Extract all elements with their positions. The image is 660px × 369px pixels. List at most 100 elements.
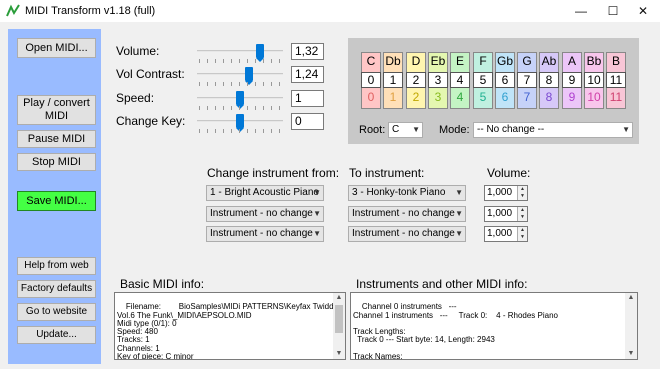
slider-label: Volume: [116, 44, 160, 58]
key-note-label: B [611, 54, 620, 68]
key-index-label: 8 [545, 90, 553, 104]
chevron-down-icon: ▼ [455, 229, 463, 238]
slider-tick [263, 59, 264, 63]
chevron-down-icon: ▼ [455, 209, 463, 218]
basic-info-textbox[interactable]: Filename: BioSamples\MIDi PATTERNS\Keyfa… [114, 292, 346, 360]
slider-tick [239, 82, 240, 86]
volume-value: 1,000 [487, 208, 513, 219]
key-map-input[interactable]: 10 [584, 72, 604, 88]
website-button[interactable]: Go to website [17, 303, 96, 321]
scroll-up-icon[interactable]: ▲ [333, 293, 345, 303]
slider-tick [215, 129, 216, 133]
spinner-arrows-icon[interactable]: ▲ ▼ [517, 227, 527, 241]
key-map-input[interactable]: 4 [450, 72, 470, 88]
to-instrument-select[interactable]: Instrument - no change ▼ [348, 206, 466, 222]
slider-tick [199, 129, 200, 133]
key-column: D 2 2 [406, 52, 426, 109]
slider-value-input[interactable]: 1 [291, 90, 324, 107]
help-button[interactable]: Help from web [17, 257, 96, 275]
title-bar: MIDI Transform v1.18 (full) — ☐ ✕ [0, 0, 660, 22]
open-midi-button[interactable]: Open MIDI... [17, 38, 96, 58]
scroll-down-icon[interactable]: ▼ [625, 349, 637, 359]
key-map-input[interactable]: 8 [539, 72, 559, 88]
slider-thumb[interactable] [255, 44, 264, 62]
slider-tick [255, 59, 256, 63]
key-index-label: 3 [434, 90, 442, 104]
slider-tick [279, 82, 280, 86]
key-map-input[interactable]: 0 [361, 72, 381, 88]
key-map-input[interactable]: 1 [383, 72, 403, 88]
play-convert-button[interactable]: Play / convert MIDI [17, 95, 96, 125]
to-instrument-select[interactable]: Instrument - no change ▼ [348, 226, 466, 242]
to-instrument-select[interactable]: 3 - Honky-tonk Piano ▼ [348, 185, 466, 201]
slider-value-input[interactable]: 0 [291, 113, 324, 130]
key-map-input[interactable]: 6 [495, 72, 515, 88]
key-note-label: F [479, 54, 487, 68]
instrument-info-scrollbar[interactable]: ▲ ▼ [625, 293, 637, 359]
slider-value-input[interactable]: 1,24 [291, 66, 324, 83]
scroll-up-icon[interactable]: ▲ [625, 293, 637, 303]
slider-tick [223, 82, 224, 86]
slider-tick [215, 59, 216, 63]
save-midi-button[interactable]: Save MIDI... [17, 191, 96, 211]
slider-tick [263, 82, 264, 86]
slider-tick [255, 106, 256, 110]
key-map-input[interactable]: 11 [606, 72, 626, 88]
root-select[interactable]: C ▼ [388, 122, 423, 138]
spinner-arrows-icon[interactable]: ▲ ▼ [517, 186, 527, 200]
slider-track[interactable] [197, 50, 283, 52]
scroll-down-icon[interactable]: ▼ [333, 349, 345, 359]
key-note-label: Gb [496, 54, 513, 68]
slider-tick [199, 106, 200, 110]
instrument-info-textbox[interactable]: Channel 0 instruments --- Channel 1 inst… [350, 292, 638, 360]
maximize-button[interactable]: ☐ [598, 0, 628, 22]
key-note-label: Db [385, 54, 401, 68]
slider-value-input[interactable]: 1,32 [291, 43, 324, 60]
slider-tick [207, 129, 208, 133]
close-button[interactable]: ✕ [628, 0, 658, 22]
slider-tick [207, 59, 208, 63]
slider-thumb[interactable] [236, 114, 244, 132]
basic-info-scrollbar[interactable]: ▲ ▼ [333, 293, 345, 359]
scroll-thumb[interactable] [335, 305, 343, 333]
update-button[interactable]: Update... [17, 326, 96, 344]
volume-spinner[interactable]: 1,000 ▲ ▼ [484, 206, 528, 222]
slider-tick [231, 129, 232, 133]
key-index-label: 9 [568, 90, 576, 104]
key-map-input[interactable]: 3 [428, 72, 448, 88]
instrument-info-text: Channel 0 instruments --- Channel 1 inst… [353, 302, 558, 360]
app-window: MIDI Transform v1.18 (full) — ☐ ✕ Open M… [0, 0, 660, 369]
slider-tick [279, 59, 280, 63]
key-note-label: G [522, 54, 532, 68]
key-map-input[interactable]: 9 [562, 72, 582, 88]
minimize-button[interactable]: — [566, 0, 596, 22]
spinner-arrows-icon[interactable]: ▲ ▼ [517, 207, 527, 221]
key-map-input[interactable]: 2 [406, 72, 426, 88]
slider-thumb[interactable] [245, 67, 254, 85]
mode-select[interactable]: -- No change -- ▼ [473, 122, 633, 138]
key-map-input[interactable]: 7 [517, 72, 537, 88]
key-column: B 11 11 [606, 52, 626, 109]
key-note-label: Eb [430, 54, 446, 68]
pause-midi-button[interactable]: Pause MIDI [17, 130, 96, 148]
slider-thumb[interactable] [236, 91, 244, 109]
slider-tick [239, 106, 240, 110]
from-instrument-select[interactable]: Instrument - no change ▼ [206, 206, 324, 222]
slider-tick [231, 106, 232, 110]
key-note-label: E [455, 54, 464, 68]
key-index-label: 0 [367, 90, 375, 104]
slider-track[interactable] [197, 73, 283, 75]
volume-spinner[interactable]: 1,000 ▲ ▼ [484, 185, 528, 201]
volume-spinner[interactable]: 1,000 ▲ ▼ [484, 226, 528, 242]
to-instrument-value: 3 - Honky-tonk Piano [352, 187, 446, 198]
factory-defaults-button[interactable]: Factory defaults [17, 280, 96, 298]
from-instrument-select[interactable]: Instrument - no change ▼ [206, 226, 324, 242]
chevron-down-icon: ▼ [313, 188, 321, 197]
stop-midi-button[interactable]: Stop MIDI [17, 153, 96, 171]
key-column: Eb 3 3 [428, 52, 448, 109]
slider-tick [207, 106, 208, 110]
key-map-input[interactable]: 5 [473, 72, 493, 88]
from-instrument-value: Instrument - no change [210, 208, 313, 219]
from-instrument-select[interactable]: 1 - Bright Acoustic Piano ▼ [206, 185, 324, 201]
key-column: E 4 4 [450, 52, 470, 109]
